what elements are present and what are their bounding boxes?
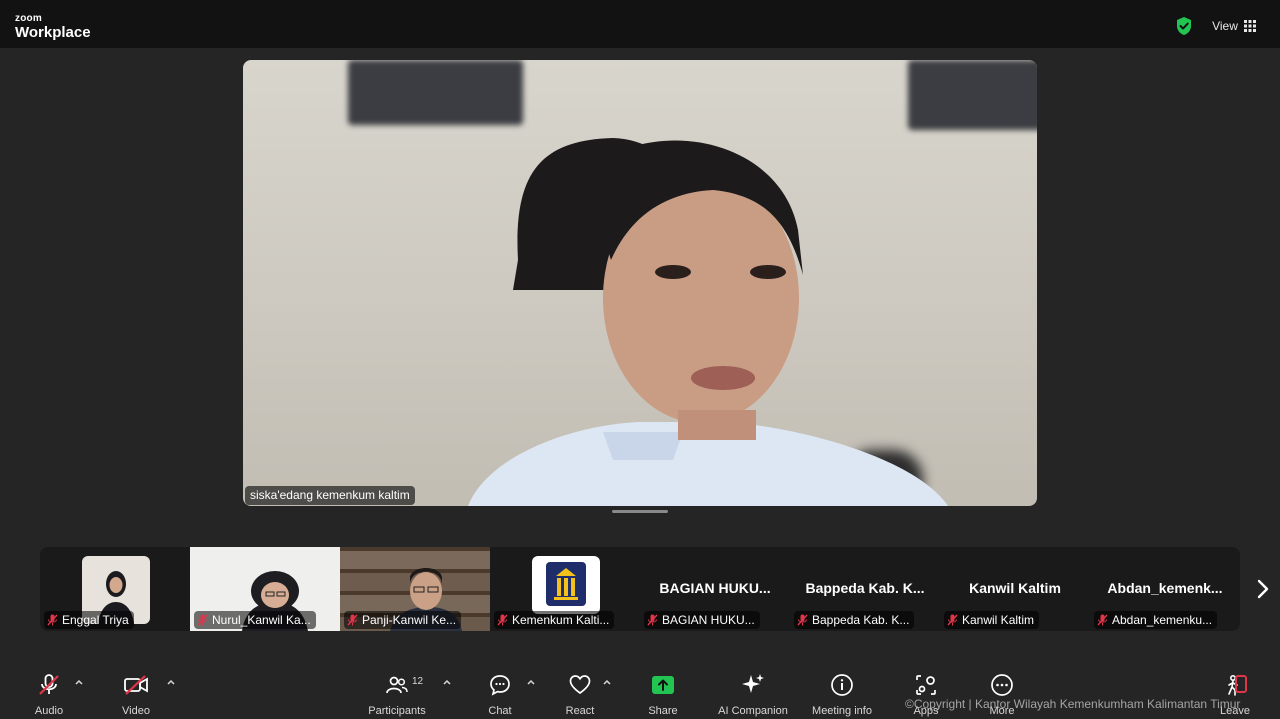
brand-small: zoom — [15, 13, 42, 24]
chat-icon — [490, 675, 510, 696]
chat-button[interactable]: Chat — [475, 672, 525, 717]
brand-big: Workplace — [15, 24, 91, 41]
camera-off-icon — [124, 675, 148, 695]
mic-muted-icon — [47, 614, 58, 626]
resize-handle[interactable] — [612, 510, 668, 513]
mic-muted-icon — [797, 614, 808, 626]
active-speaker-video[interactable] — [243, 60, 1037, 506]
shield-check-icon[interactable] — [1174, 16, 1194, 36]
mic-muted-icon — [497, 614, 508, 626]
participant-label: BAGIAN HUKU... — [644, 611, 760, 629]
leave-door-icon — [1235, 675, 1247, 693]
copyright-watermark: ©Copyright | Kantor Wilayah Kemenkumham … — [905, 697, 1241, 711]
ministry-logo-icon — [546, 562, 586, 606]
chat-label: Chat — [488, 705, 512, 717]
mic-muted-icon — [39, 674, 59, 695]
grid-icon — [1243, 20, 1256, 32]
participant-name: Bappeda Kab. K... — [812, 613, 910, 627]
mic-muted-icon — [197, 614, 208, 626]
participant-display-name: Bappeda Kab. K... — [805, 580, 925, 596]
ai-companion-label: AI Companion — [718, 705, 788, 717]
participant-display-name: Abdan_kemenk... — [1107, 580, 1223, 596]
more-icon — [991, 674, 1013, 696]
participants-icon — [386, 676, 408, 694]
share-screen-icon — [652, 676, 674, 694]
active-speaker-name: siska'edang kemenkum kaltim — [245, 486, 415, 505]
participant-name: BAGIAN HUKU... — [662, 613, 755, 627]
react-label: React — [565, 705, 595, 717]
sparkle-icon — [742, 674, 764, 693]
participant-name: Kemenkum Kalti... — [512, 613, 610, 627]
participant-tile[interactable]: Enggal Triya — [40, 547, 190, 631]
participants-count: 12 — [412, 676, 424, 687]
participant-tile[interactable]: Panji-Kanwil Ke... — [340, 547, 490, 631]
audio-label: Audio — [34, 705, 64, 717]
mic-muted-icon — [347, 614, 358, 626]
participant-name: Enggal Triya — [62, 613, 129, 627]
info-icon — [831, 674, 853, 696]
react-button[interactable]: React — [555, 672, 605, 717]
participant-display-name: Kanwil Kaltim — [969, 580, 1061, 596]
participant-name: Panji-Kanwil Ke... — [362, 613, 457, 627]
video-label: Video — [122, 705, 150, 717]
share-button[interactable]: Share — [638, 672, 688, 717]
mic-muted-icon — [947, 614, 958, 626]
participant-strip: Enggal Triya Nurul_Kanwil Ka... Panji-Ka… — [40, 547, 1240, 631]
chevron-up-icon[interactable] — [526, 677, 536, 687]
participant-tile[interactable]: Bappeda Kab. K... Bappeda Kab. K... — [790, 547, 940, 631]
participants-label: Participants — [368, 705, 426, 717]
participant-name: Nurul_Kanwil Ka... — [212, 613, 311, 627]
speaker-silhouette — [468, 138, 948, 506]
participant-tile[interactable]: Kanwil Kaltim Kanwil Kaltim — [940, 547, 1090, 631]
participant-avatar — [532, 556, 600, 614]
next-page-chevron-icon[interactable] — [1252, 578, 1274, 600]
participant-name: Kanwil Kaltim — [962, 613, 1035, 627]
participant-label: Kanwil Kaltim — [944, 611, 1040, 629]
zoom-logo: zoom Workplace — [15, 13, 91, 41]
participant-tile[interactable]: Kemenkum Kalti... — [490, 547, 640, 631]
chevron-up-icon[interactable] — [74, 677, 84, 687]
participant-label: Bappeda Kab. K... — [794, 611, 915, 629]
participant-name: Abdan_kemenku... — [1112, 613, 1213, 627]
apps-icon — [916, 675, 936, 695]
participant-tile[interactable]: BAGIAN HUKU... BAGIAN HUKU... — [640, 547, 790, 631]
chevron-up-icon[interactable] — [442, 677, 452, 687]
participant-display-name: BAGIAN HUKU... — [659, 580, 771, 596]
audio-button[interactable]: Audio — [24, 672, 74, 717]
video-button[interactable]: Video — [111, 672, 161, 717]
chevron-up-icon[interactable] — [602, 677, 612, 687]
share-label: Share — [648, 705, 678, 717]
participant-tile[interactable]: Nurul_Kanwil Ka... — [190, 547, 340, 631]
chevron-up-icon[interactable] — [166, 677, 176, 687]
view-label: View — [1212, 19, 1238, 33]
participant-label: Nurul_Kanwil Ka... — [194, 611, 316, 629]
participant-tile[interactable]: Abdan_kemenk... Abdan_kemenku... — [1090, 547, 1240, 631]
participant-label: Panji-Kanwil Ke... — [344, 611, 462, 629]
meeting-info-label: Meeting info — [812, 705, 872, 717]
participant-label: Abdan_kemenku... — [1094, 611, 1218, 629]
mic-muted-icon — [647, 614, 658, 626]
ai-companion-button[interactable]: AI Companion — [714, 672, 792, 717]
heart-icon — [569, 675, 591, 695]
participant-label: Kemenkum Kalti... — [494, 611, 615, 629]
mic-muted-icon — [1097, 614, 1108, 626]
top-bar: zoom Workplace View — [0, 0, 1280, 48]
view-button[interactable]: View — [1205, 13, 1263, 39]
meeting-info-button[interactable]: Meeting info — [807, 672, 877, 717]
participant-label: Enggal Triya — [44, 611, 134, 629]
